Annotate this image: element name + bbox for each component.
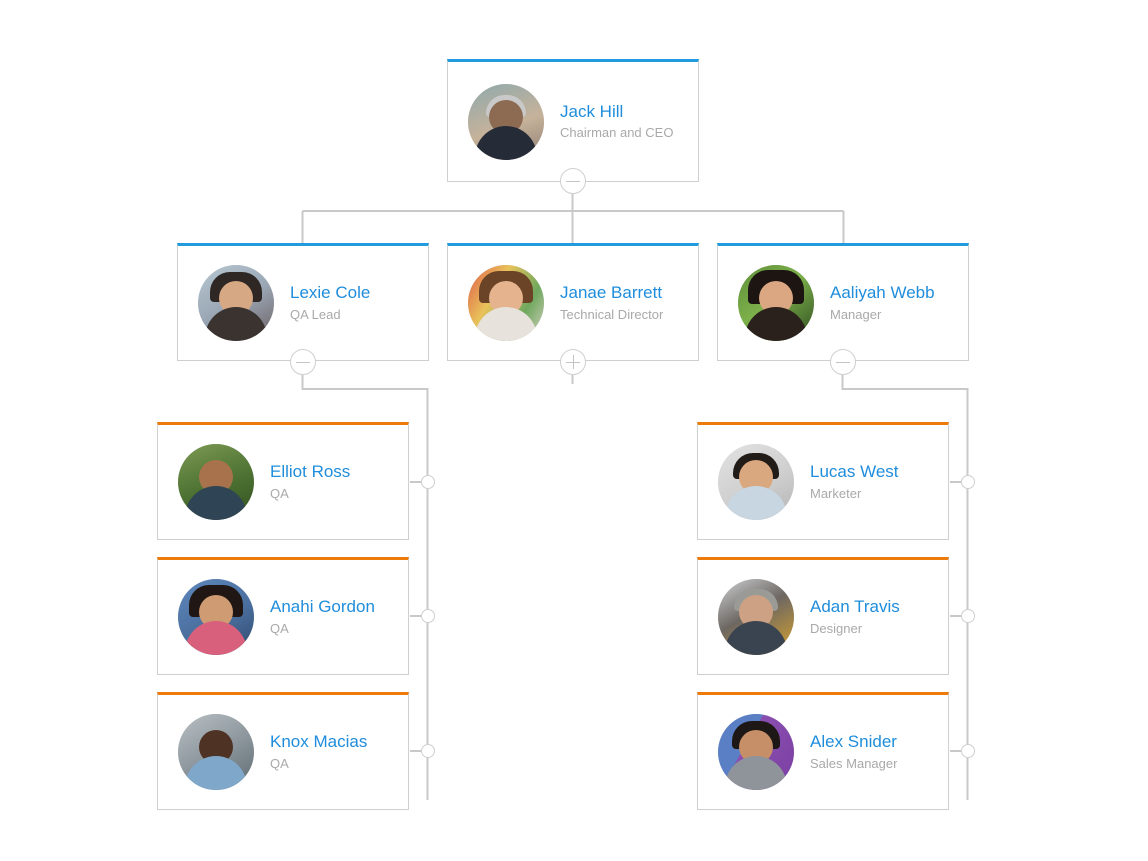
avatar-alex-snider	[718, 714, 794, 790]
connector-dot-alex-snider[interactable]	[960, 744, 975, 758]
node-text-lucas-west: Lucas West Marketer	[810, 462, 899, 501]
toggle-collapse-aaliyah-webb[interactable]	[830, 349, 856, 375]
node-text-aaliyah-webb: Aaliyah Webb Manager	[830, 283, 935, 322]
connector-dot-lucas-west[interactable]	[960, 475, 975, 489]
node-title: QA	[270, 620, 289, 636]
node-title: QA	[270, 755, 289, 771]
node-text-elliot-ross: Elliot Ross QA	[270, 462, 350, 501]
node-text-janae-barrett: Janae Barrett Technical Director	[560, 283, 663, 322]
node-text-adan-travis: Adan Travis Designer	[810, 597, 900, 636]
avatar-aaliyah-webb	[738, 265, 814, 341]
node-text-jack-hill: Jack Hill Chairman and CEO	[560, 102, 673, 141]
connector-dot-knox-macias[interactable]	[420, 744, 435, 758]
node-name: Lexie Cole	[290, 283, 371, 303]
node-title: Designer	[810, 620, 863, 636]
avatar-lexie-cole	[198, 265, 274, 341]
toggle-expand-janae-barrett[interactable]	[560, 349, 586, 375]
node-title: Manager	[830, 306, 882, 322]
node-card-adan-travis[interactable]: Adan Travis Designer	[697, 557, 949, 675]
orgchart-canvas: Jack Hill Chairman and CEO Lexie Cole QA…	[0, 0, 1148, 861]
node-text-anahi-gordon: Anahi Gordon QA	[270, 597, 375, 636]
node-name: Adan Travis	[810, 597, 900, 617]
toggle-collapse-lexie-cole[interactable]	[290, 349, 316, 375]
node-name: Lucas West	[810, 462, 899, 482]
avatar-elliot-ross	[178, 444, 254, 520]
node-text-alex-snider: Alex Snider Sales Manager	[810, 732, 897, 771]
node-name: Elliot Ross	[270, 462, 351, 482]
node-card-elliot-ross[interactable]: Elliot Ross QA	[157, 422, 409, 540]
node-name: Anahi Gordon	[270, 597, 375, 617]
node-card-alex-snider[interactable]: Alex Snider Sales Manager	[697, 692, 949, 810]
node-name: Aaliyah Webb	[830, 283, 935, 303]
node-card-aaliyah-webb[interactable]: Aaliyah Webb Manager	[717, 243, 969, 361]
node-name: Janae Barrett	[560, 283, 663, 303]
node-title: Chairman and CEO	[560, 125, 674, 141]
avatar-anahi-gordon	[178, 579, 254, 655]
avatar-janae-barrett	[468, 265, 544, 341]
node-title: Technical Director	[560, 306, 664, 322]
node-name: Knox Macias	[270, 732, 368, 752]
toggle-collapse-jack-hill[interactable]	[560, 168, 586, 194]
node-card-lucas-west[interactable]: Lucas West Marketer	[697, 422, 949, 540]
node-text-lexie-cole: Lexie Cole QA Lead	[290, 283, 370, 322]
node-card-knox-macias[interactable]: Knox Macias QA	[157, 692, 409, 810]
node-title: Sales Manager	[810, 755, 898, 771]
node-card-janae-barrett[interactable]: Janae Barrett Technical Director	[447, 243, 699, 361]
node-title: Marketer	[810, 485, 862, 501]
node-card-lexie-cole[interactable]: Lexie Cole QA Lead	[177, 243, 429, 361]
avatar-knox-macias	[178, 714, 254, 790]
node-card-jack-hill[interactable]: Jack Hill Chairman and CEO	[447, 59, 699, 182]
node-name: Jack Hill	[560, 101, 624, 121]
avatar-jack-hill	[468, 83, 544, 160]
avatar-lucas-west	[718, 444, 794, 520]
node-title: QA	[270, 485, 289, 501]
node-text-knox-macias: Knox Macias QA	[270, 732, 367, 771]
node-title: QA Lead	[290, 306, 341, 322]
node-card-anahi-gordon[interactable]: Anahi Gordon QA	[157, 557, 409, 675]
connector-dot-elliot-ross[interactable]	[420, 475, 435, 489]
avatar-adan-travis	[718, 579, 794, 655]
node-name: Alex Snider	[810, 732, 897, 752]
connector-dot-adan-travis[interactable]	[960, 609, 975, 623]
connector-dot-anahi-gordon[interactable]	[420, 609, 435, 623]
